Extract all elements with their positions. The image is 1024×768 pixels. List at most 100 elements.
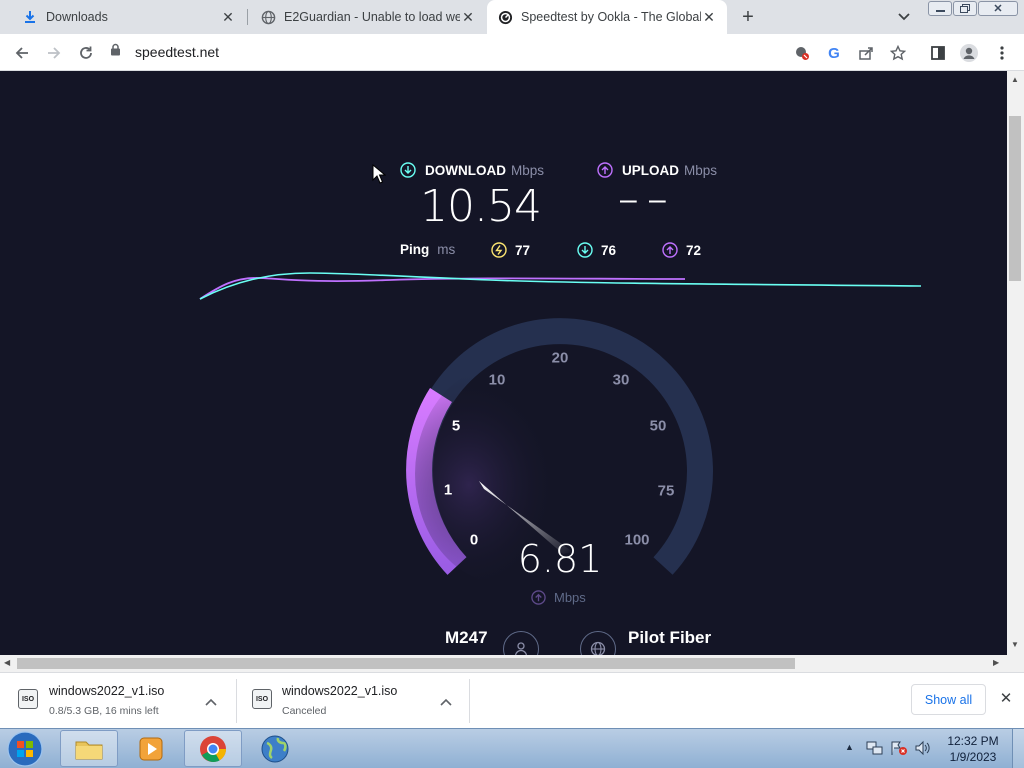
divider — [469, 679, 470, 723]
clock-date: 1/9/2023 — [949, 750, 997, 764]
bookmark-star-icon[interactable] — [884, 39, 912, 67]
scroll-left-icon[interactable]: ◀ — [4, 658, 10, 667]
isp-name[interactable]: Pilot Fiber — [628, 628, 711, 648]
google-icon[interactable]: G — [820, 39, 848, 67]
tab-title: Speedtest by Ookla - The Global — [521, 10, 701, 24]
download-item[interactable]: ISO windows2022_v1.iso 0.8/5.3 GB, 16 mi… — [0, 673, 236, 729]
ping-idle: 77 — [491, 242, 530, 258]
scroll-down-icon[interactable]: ▼ — [1011, 640, 1019, 649]
download-arrow-icon — [400, 162, 416, 178]
url-text: speedtest.net — [135, 44, 220, 60]
upload-arrow-icon — [662, 242, 678, 258]
globe-icon — [580, 631, 616, 655]
tab-title: Downloads — [46, 10, 108, 24]
ping-upload-value: 72 — [686, 242, 702, 258]
blocked-content-icon[interactable] — [788, 39, 816, 67]
close-icon[interactable]: ✕ — [220, 9, 236, 25]
close-icon[interactable]: ✕ — [460, 9, 476, 25]
download-arrow-icon — [577, 242, 593, 258]
tab-e2guardian[interactable]: E2Guardian - Unable to load web ✕ — [250, 0, 486, 34]
menu-kebab-icon[interactable] — [988, 39, 1016, 67]
profile-avatar-icon[interactable] — [955, 39, 983, 67]
gauge-tick: 50 — [649, 417, 667, 435]
ping-row: Ping ms — [400, 242, 455, 257]
scroll-up-icon[interactable]: ▲ — [1011, 75, 1019, 84]
download-unit: Mbps — [511, 162, 545, 178]
horizontal-scroll-thumb[interactable] — [17, 658, 795, 669]
show-hidden-icons[interactable]: ▲ — [845, 742, 854, 752]
chevron-up-icon[interactable] — [205, 693, 217, 711]
lock-icon[interactable] — [110, 43, 121, 61]
gauge-tick: 1 — [443, 481, 453, 499]
tab-downloads[interactable]: Downloads ✕ — [8, 0, 246, 34]
restore-button[interactable] — [953, 1, 977, 16]
windows-taskbar: ▲ 12:32 PM 1/9/2023 — [0, 728, 1024, 768]
globe-icon — [260, 9, 276, 25]
file-explorer-taskbar-icon[interactable] — [60, 730, 118, 767]
forward-button[interactable] — [40, 39, 68, 67]
download-filename: windows2022_v1.iso — [282, 684, 398, 698]
download-status: 0.8/5.3 GB, 16 mins left — [49, 705, 159, 717]
download-item[interactable]: ISO windows2022_v1.iso Canceled — [237, 673, 469, 729]
minimize-button[interactable] — [928, 1, 952, 16]
gauge-tick: 75 — [657, 482, 675, 500]
vertical-scrollbar[interactable]: ▲ ▼ — [1007, 71, 1024, 655]
new-tab-button[interactable]: + — [737, 6, 759, 28]
ping-download: 76 — [577, 242, 616, 258]
globe-taskbar-icon[interactable] — [246, 730, 304, 767]
download-label: DOWNLOAD — [425, 162, 506, 178]
download-icon — [22, 9, 38, 25]
upload-unit: Mbps — [684, 162, 718, 178]
scroll-right-icon[interactable]: ▶ — [993, 658, 999, 667]
gauge-tick: 10 — [488, 371, 506, 389]
close-icon[interactable]: ✕ — [701, 9, 717, 25]
taskbar-clock[interactable]: 12:32 PM 1/9/2023 — [940, 733, 1006, 765]
download-header: DOWNLOAD Mbps — [400, 162, 544, 178]
back-button[interactable] — [8, 39, 36, 67]
show-all-button[interactable]: Show all — [911, 684, 986, 715]
browser-toolbar: speedtest.net G — [0, 34, 1024, 71]
clock-time: 12:32 PM — [947, 734, 999, 748]
server-name[interactable]: M247 — [445, 628, 488, 648]
gauge-tick: 5 — [451, 417, 461, 435]
mouse-cursor-icon — [372, 164, 386, 184]
horizontal-scrollbar[interactable]: ◀ ▶ — [0, 655, 1007, 672]
tab-search-icon[interactable] — [895, 8, 913, 26]
iso-file-icon: ISO — [252, 689, 272, 709]
user-icon — [503, 631, 539, 655]
scrollbar-corner — [1007, 655, 1024, 672]
speed-graph — [199, 272, 922, 300]
tab-strip: Downloads ✕ E2Guardian - Unable to load … — [0, 0, 1024, 34]
reload-button[interactable] — [72, 39, 100, 67]
vertical-scroll-thumb[interactable] — [1009, 116, 1021, 281]
gauge-tick: 30 — [612, 371, 630, 389]
tab-title: E2Guardian - Unable to load web — [284, 10, 460, 24]
ping-idle-icon — [491, 242, 507, 258]
media-player-taskbar-icon[interactable] — [122, 730, 180, 767]
upload-graph-line — [199, 277, 686, 300]
close-window-button[interactable]: ✕ — [978, 1, 1018, 16]
show-desktop-button[interactable] — [1012, 729, 1024, 768]
side-panel-icon[interactable] — [924, 39, 952, 67]
download-value: 10.54 — [420, 181, 542, 232]
network-icon[interactable] — [866, 740, 884, 761]
tab-speedtest[interactable]: Speedtest by Ookla - The Global ✕ — [487, 0, 727, 34]
start-button[interactable] — [4, 730, 46, 767]
chrome-taskbar-icon[interactable] — [184, 730, 242, 767]
upload-value: – – — [620, 183, 668, 216]
action-center-icon[interactable] — [890, 740, 908, 761]
share-icon[interactable] — [852, 39, 880, 67]
ping-label: Ping — [400, 242, 430, 257]
close-downloads-icon[interactable]: ✕ — [998, 690, 1014, 707]
ping-unit: ms — [437, 242, 456, 257]
chevron-up-icon[interactable] — [440, 693, 452, 711]
download-graph-line — [199, 272, 922, 300]
gauge-value: 6.81 — [517, 537, 603, 581]
ping-idle-value: 77 — [515, 242, 531, 258]
ping-upload: 72 — [662, 242, 701, 258]
download-status: Canceled — [282, 705, 327, 717]
tab-separator — [247, 9, 248, 25]
speedtest-icon — [497, 9, 513, 25]
gauge-unit: Mbps — [554, 590, 586, 605]
volume-icon[interactable] — [914, 740, 932, 761]
